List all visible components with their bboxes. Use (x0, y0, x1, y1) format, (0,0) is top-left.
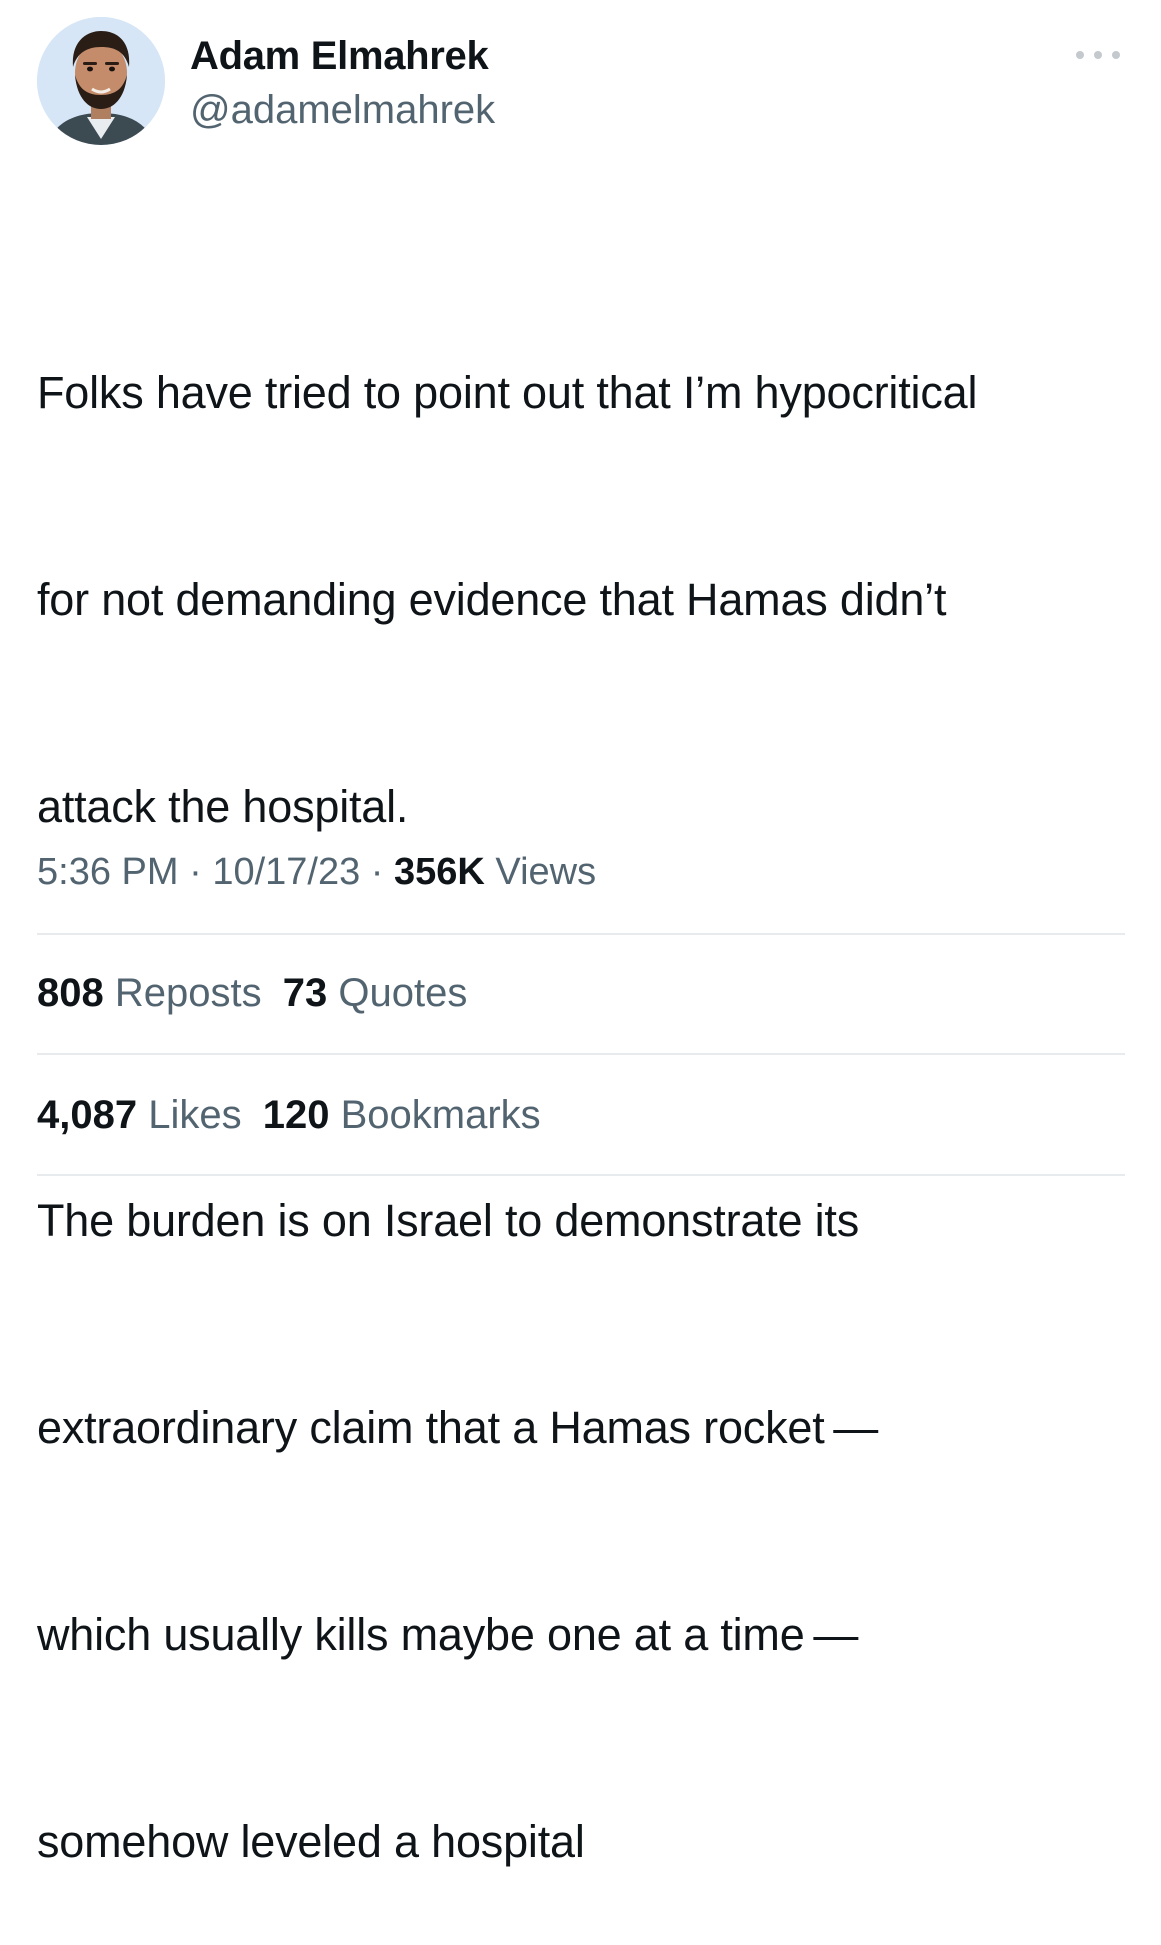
tweet-date[interactable]: 10/17/23 (212, 851, 360, 893)
tweet-line: attack the hospital. (37, 781, 409, 832)
tweet-line: which usually kills maybe one at a time … (37, 1609, 859, 1660)
likes-label: Likes (137, 1093, 242, 1137)
quotes-label: Quotes (327, 971, 468, 1015)
likes-link[interactable]: 4,087 Likes (37, 1093, 242, 1137)
divider (37, 1174, 1125, 1176)
ellipsis-icon (1076, 51, 1120, 59)
tweet-time[interactable]: 5:36 PM (37, 851, 179, 893)
quotes-count: 73 (282, 971, 328, 1015)
repost-stats-row: 808 Reposts 73 Quotes (37, 966, 467, 1020)
reposts-count: 808 (37, 971, 104, 1015)
views-label: Views (484, 851, 597, 893)
tweet-line: extraordinary claim that a Hamas rocket … (37, 1402, 879, 1453)
author-handle[interactable]: @adamelmahrek (190, 86, 495, 134)
reposts-link[interactable]: 808 Reposts (37, 971, 262, 1015)
likes-count: 4,087 (37, 1093, 138, 1137)
tweet-text: Folks have tried to point out that I’m h… (37, 220, 1147, 1945)
divider (37, 933, 1125, 935)
tweet-line: Folks have tried to point out that I’m h… (37, 367, 978, 418)
profile-photo-icon (37, 17, 165, 145)
avatar[interactable] (37, 17, 165, 145)
quotes-link[interactable]: 73 Quotes (283, 971, 468, 1015)
tweet-line: The burden is on Israel to demonstrate i… (37, 1195, 860, 1246)
reposts-label: Reposts (103, 971, 262, 1015)
more-options-button[interactable] (1070, 40, 1126, 70)
bookmarks-count: 120 (262, 1093, 330, 1137)
tweet-line: for not demanding evidence that Hamas di… (37, 574, 947, 625)
bookmarks-label: Bookmarks (329, 1093, 541, 1137)
views-count: 356K (394, 851, 485, 893)
tweet-meta: 5:36 PM · 10/17/23 · 356K Views (37, 845, 596, 899)
author-display-name[interactable]: Adam Elmahrek (190, 32, 489, 80)
meta-separator: · (360, 851, 395, 893)
bookmarks-link[interactable]: 120 Bookmarks (263, 1093, 541, 1137)
divider (37, 1053, 1125, 1055)
meta-separator: · (178, 851, 213, 893)
tweet-line: somehow leveled a hospital (37, 1816, 585, 1867)
likes-stats-row: 4,087 Likes 120 Bookmarks (37, 1088, 541, 1142)
